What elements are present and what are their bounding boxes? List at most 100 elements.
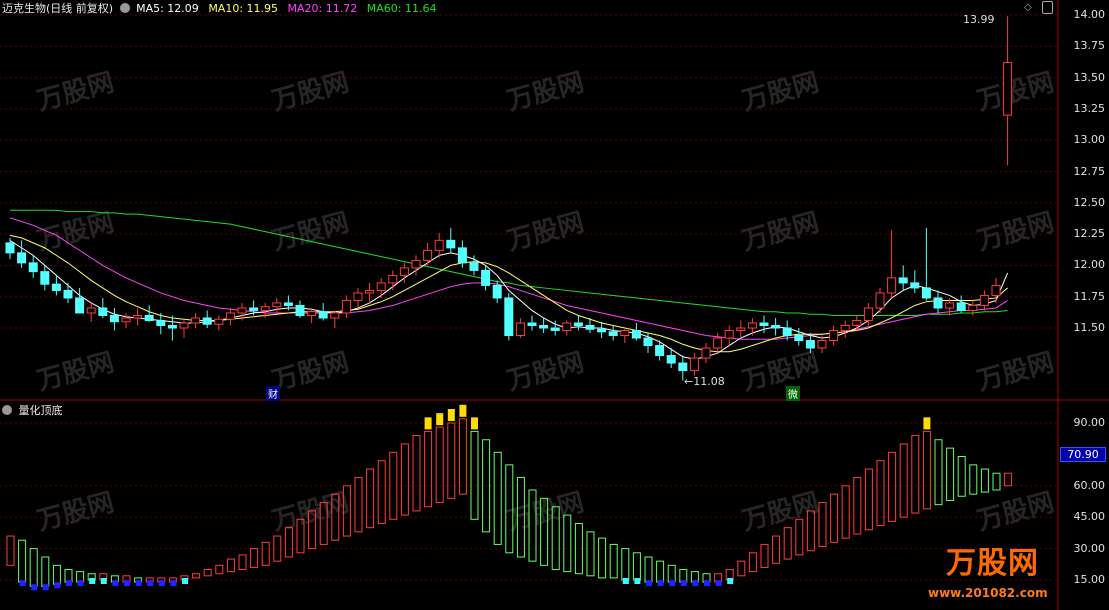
candle-body: [887, 277, 897, 294]
indicator-bar: [992, 472, 1001, 491]
candle-body: [388, 274, 398, 284]
candle-body: [330, 312, 340, 319]
bottom-signal-bar: [622, 578, 629, 584]
price-tick-label: 13.00: [1073, 133, 1106, 147]
candle-body: [156, 319, 166, 326]
bottom-signal-bar: [89, 578, 96, 584]
indicator-bar: [52, 564, 61, 585]
bottom-signal-bar: [54, 582, 61, 589]
candle-body: [179, 322, 189, 329]
micro-tag[interactable]: 微: [786, 386, 800, 401]
indicator-bar: [632, 552, 641, 581]
candle-body: [504, 297, 514, 337]
indicator-bar: [41, 556, 50, 587]
candle-body: [225, 312, 235, 320]
watermark-text: 万股网: [269, 488, 352, 537]
bottom-signal-bar: [31, 584, 38, 591]
candle-body: [260, 306, 270, 311]
bottom-signal-bar: [19, 580, 26, 587]
indicator-bar: [238, 554, 247, 571]
indicator-bar: [261, 541, 270, 566]
indicator-bar: [366, 468, 375, 529]
candle-body: [713, 337, 723, 349]
candle-body: [921, 287, 931, 299]
high-price-label: 13.99: [963, 13, 995, 26]
watermark-text: 万股网: [504, 488, 587, 537]
indicator-tick-label: 15.00: [1073, 573, 1106, 586]
settings-icon[interactable]: [119, 3, 130, 13]
candle-body: [585, 324, 595, 330]
candle-body: [724, 330, 734, 339]
panel-options-icon[interactable]: [1042, 1, 1053, 14]
indicator-tick-label: 60.00: [1073, 478, 1106, 492]
candle-body: [562, 322, 572, 332]
candle-body: [75, 297, 85, 314]
candle-body: [620, 330, 630, 337]
bottom-signal-bar: [147, 580, 154, 587]
finance-tag[interactable]: 财: [266, 386, 280, 401]
candle-body: [40, 271, 50, 285]
watermark-text: 万股网: [974, 208, 1057, 257]
candle-body: [51, 283, 61, 291]
top-signal-bar: [424, 417, 432, 430]
indicator-bar: [250, 548, 259, 568]
candlestick-series: [5, 16, 1013, 381]
indicator-bar: [853, 476, 862, 535]
candle-body: [782, 327, 792, 337]
indicator-bar: [783, 527, 792, 560]
indicator-bar: [795, 518, 804, 556]
candle-body: [631, 330, 641, 339]
candle-body: [515, 322, 525, 337]
candle-body: [318, 311, 328, 319]
bottom-signal-bar: [727, 578, 734, 584]
candle-body: [481, 269, 491, 286]
candle-body: [933, 297, 943, 309]
bottom-signal-bar: [124, 580, 130, 587]
indicator-settings-icon[interactable]: [2, 405, 12, 415]
candle-body: [945, 302, 955, 309]
bottom-signal-bar: [715, 580, 722, 587]
candle-body: [191, 317, 201, 324]
top-signal-bar: [436, 413, 444, 426]
candle-body: [689, 357, 699, 372]
candle-body: [28, 262, 38, 273]
panel-expand-icon[interactable]: ◇: [1024, 2, 1032, 13]
price-tick-label: 12.25: [1073, 227, 1106, 241]
indicator-bar: [6, 535, 15, 566]
indicator-bar: [888, 451, 897, 522]
candle-body: [759, 322, 769, 326]
bottom-signal-bar: [646, 580, 652, 587]
price-tick-label: 11.50: [1073, 321, 1106, 334]
indicator-bar: [946, 447, 955, 501]
indicator-tick-label: 90.00: [1073, 416, 1106, 429]
chart-canvas[interactable]: 万股网 万股网 万股网 万股网 万股网万股网 万股网 万股网 万股网 万股网万股网 万股网 万股网万…: [0, 0, 1109, 610]
bottom-signal-bar: [170, 580, 177, 587]
bottom-signal-bar: [42, 584, 49, 591]
indicator-bar: [911, 435, 920, 514]
candle-body: [237, 307, 247, 314]
watermark-text: 万股网: [974, 488, 1057, 537]
indicator-title: 量化顶底: [18, 404, 63, 417]
candle-body: [608, 331, 618, 337]
indicator-bar: [273, 535, 282, 562]
indicator-tick-label: 45.00: [1073, 510, 1106, 524]
candle-body: [829, 330, 839, 342]
top-signal-bar: [923, 417, 931, 430]
candle-body: [863, 307, 873, 321]
candle-body: [283, 302, 293, 306]
top-signal-bar: [471, 417, 478, 430]
candle-body: [840, 324, 850, 332]
indicator-bar: [226, 558, 235, 573]
bottom-signal-bar: [634, 578, 641, 584]
bottom-signal-bar: [704, 580, 710, 587]
candle-body: [17, 252, 27, 264]
candle-body: [214, 318, 224, 325]
indicator-bar: [435, 426, 444, 504]
ma10-label: MA10: 11.95: [208, 2, 279, 15]
candle-body: [573, 322, 583, 326]
indicator-bar: [957, 455, 966, 497]
indicator-bar: [772, 535, 781, 564]
indicator-bar: [1004, 472, 1013, 487]
candle-body: [492, 284, 502, 299]
candle-body: [875, 292, 885, 309]
